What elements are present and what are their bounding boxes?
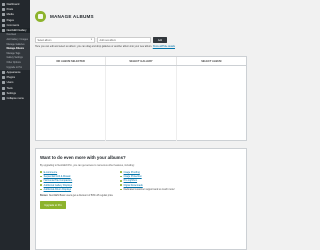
feature-link[interactable]: Pro Lightbox xyxy=(124,179,137,182)
page-header: MANAGE ALBUMS xyxy=(35,11,94,22)
gallery-icon xyxy=(2,29,5,33)
album-grid: NO ALBUM SELECTED SELECT GALLERY SELECT … xyxy=(35,56,247,141)
bullet-icon xyxy=(120,175,122,178)
collapse-icon xyxy=(2,96,5,100)
sidebar-item-label: Manage Tags xyxy=(6,52,21,55)
main-content: MANAGE ALBUMS Select album ▼ Add new alb… xyxy=(30,0,250,250)
feature-item: Additional Album Displays xyxy=(40,187,120,191)
bullet-icon xyxy=(120,179,122,182)
settings-icon xyxy=(2,91,5,95)
feature-text: Dedicated customer support and so much m… xyxy=(123,187,175,191)
bonus-label: Bonus: xyxy=(40,194,49,198)
album-controls: Select album ▼ Add new album Add xyxy=(35,37,167,43)
plugin-icon xyxy=(2,76,5,80)
sidebar-item-label: Manage Galleries xyxy=(6,43,25,46)
sidebar-item-label: Plugins xyxy=(6,76,16,80)
sidebar-item-label: Comments xyxy=(6,23,20,27)
feature-list-right: Image Proofing Image Protection Pro Lightb… xyxy=(120,170,200,191)
sidebar-item-label: Media xyxy=(6,13,14,17)
bullet-icon xyxy=(40,171,42,173)
selected-album-dropzone[interactable] xyxy=(36,66,107,141)
sidebar-item-label: Pages xyxy=(6,18,14,22)
help-toggle-link[interactable]: Show all/Hide details xyxy=(153,45,175,48)
bullet-icon xyxy=(120,171,122,173)
sidebar-item-label: Other Options xyxy=(6,61,21,64)
feature-link[interactable]: Image Protection xyxy=(124,175,142,178)
sidebar-item-label: Appearance xyxy=(6,70,21,74)
new-album-input[interactable]: Add new album xyxy=(97,37,151,43)
column-header-select-album: SELECT ALBUM xyxy=(201,59,222,63)
help-text-body: Here you can edit and select an album; y… xyxy=(35,45,153,48)
column-header-selected-album: NO ALBUM SELECTED xyxy=(36,57,107,65)
promo-subtitle: By upgrading to NextGEN Pro, you can get… xyxy=(40,164,135,167)
sidebar-bottom-items: Appearance Plugins Users Tools Settings Colla… xyxy=(0,70,30,101)
sidebar-item-label: Posts xyxy=(6,8,14,12)
media-icon xyxy=(2,13,5,17)
sidebar-item-label: Add Gallery / Images xyxy=(6,39,28,42)
sidebar-item-label: Collapse menu xyxy=(6,96,24,100)
album-select-value: Select album xyxy=(37,38,52,42)
album-select[interactable]: Select album ▼ xyxy=(35,37,95,43)
sidebar-submenu: Overview Add Gallery / Images Manage Galle… xyxy=(0,33,30,70)
promo-title: Want to do even more with your albums? xyxy=(40,155,126,160)
feature-link[interactable]: Horizontal Tile Compaction xyxy=(44,179,73,182)
bullet-icon xyxy=(40,188,42,191)
comment-icon xyxy=(2,23,5,27)
help-text: Here you can edit and select an album; y… xyxy=(35,45,247,48)
sidebar-item-label: Manage Albums xyxy=(6,48,25,51)
bullet-icon xyxy=(40,175,42,178)
album-grid-body xyxy=(36,66,246,141)
sidebar-item-label: Upgrade to Pro xyxy=(6,66,23,69)
album-list-panel[interactable] xyxy=(177,66,246,141)
feature-link[interactable]: Image Proofing xyxy=(124,171,140,174)
bullet-icon xyxy=(40,184,42,186)
new-album-input-text: Add new album xyxy=(99,38,116,42)
pin-icon xyxy=(2,8,5,12)
column-header-select-gallery: SELECT GALLERY xyxy=(106,57,177,65)
bullet-icon xyxy=(120,188,122,191)
sidebar-item-label: Gallery Settings xyxy=(6,57,23,60)
upgrade-to-pro-button[interactable]: Upgrade to Pro xyxy=(40,201,66,210)
bonus-note: Bonus: NextGEN Basic users get a discoun… xyxy=(40,194,246,197)
bonus-text: NextGEN Basic users get a discount of 50… xyxy=(48,194,113,198)
feature-link[interactable]: Additional Gallery Displays xyxy=(44,184,72,187)
bullet-icon xyxy=(120,184,122,186)
sidebar-top-items: Dashboard Posts Media Pages Comments NextGEN … xyxy=(0,2,30,34)
feature-item: Dedicated customer support and so much m… xyxy=(120,187,200,191)
page-title: MANAGE ALBUMS xyxy=(50,14,94,19)
bullet-icon xyxy=(40,179,42,182)
album-grid-header: NO ALBUM SELECTED SELECT GALLERY SELECT … xyxy=(36,57,246,66)
feature-link[interactable]: Digital Downloads xyxy=(124,184,143,187)
wrench-icon xyxy=(2,86,5,90)
sidebar-item-label: Overview xyxy=(6,34,17,37)
add-album-button[interactable]: Add xyxy=(153,37,167,43)
sidebar-item-label: Settings xyxy=(6,91,16,95)
sidebar-item-label: Dashboard xyxy=(6,3,20,7)
feature-link[interactable]: E-commerce xyxy=(44,171,58,174)
nextgen-logo-icon xyxy=(35,11,46,22)
upgrade-promo-box: Want to do even more with your albums? B… xyxy=(35,148,247,250)
feature-link[interactable]: Additional Album Displays xyxy=(44,188,72,191)
dashboard-icon xyxy=(2,3,5,7)
admin-sidebar: Dashboard Posts Media Pages Comments NextGEN … xyxy=(0,0,30,250)
chevron-down-icon: ▼ xyxy=(90,39,93,41)
feature-list: E-commerce Sequential Grid & Mosaic Horizo… xyxy=(40,170,246,191)
sidebar-item-label: Tools xyxy=(6,86,13,90)
feature-list-left: E-commerce Sequential Grid & Mosaic Horizo… xyxy=(40,170,120,191)
sidebar-item-label: NextGEN Gallery xyxy=(6,29,27,33)
user-icon xyxy=(2,81,5,85)
sidebar-item-collapse-menu[interactable]: Collapse menu xyxy=(0,96,30,101)
brush-icon xyxy=(2,70,5,74)
sidebar-item-label: Users xyxy=(6,81,14,85)
page-icon xyxy=(2,18,5,22)
gallery-list-panel[interactable] xyxy=(106,66,177,141)
feature-link[interactable]: Sequential Grid & Mosaic xyxy=(44,175,71,178)
